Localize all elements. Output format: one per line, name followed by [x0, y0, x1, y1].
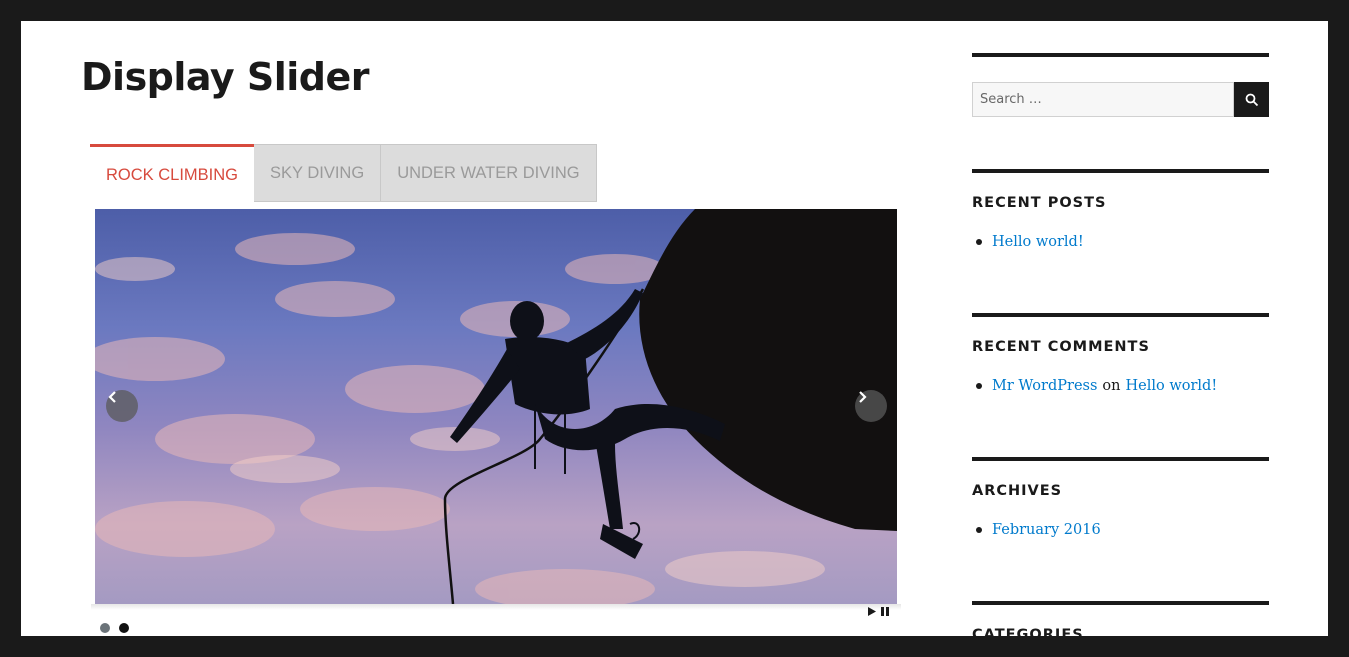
slider-tabs: ROCK CLIMBING SKY DIVING UNDER WATER DIV… [90, 144, 597, 204]
search-icon [1245, 93, 1258, 106]
chevron-left-icon [108, 391, 116, 403]
comment-author-link[interactable]: Mr WordPress [992, 378, 1097, 394]
page: Display Slider ROCK CLIMBING SKY DIVING … [21, 21, 1328, 636]
slider-prev-button[interactable] [106, 390, 138, 422]
on-text: on [1102, 378, 1121, 394]
archives-list: February 2016 [972, 522, 1101, 538]
bullet [976, 527, 982, 533]
slider-shadow [91, 604, 901, 610]
page-title: Display Slider [81, 55, 370, 99]
play-icon[interactable] [867, 606, 877, 617]
search-form [972, 82, 1269, 117]
archive-link[interactable]: February 2016 [992, 522, 1101, 538]
chevron-right-icon [859, 391, 867, 403]
recent-posts-widget: RECENT POSTS Hello world! [972, 169, 1269, 283]
tab-sky-diving[interactable]: SKY DIVING [254, 144, 382, 202]
widget-title-recent-comments: RECENT COMMENTS [972, 339, 1150, 355]
slider-next-button[interactable] [855, 390, 887, 422]
slider-dot-active[interactable] [119, 623, 129, 633]
post-link[interactable]: Hello world! [992, 234, 1084, 250]
slider-dot[interactable] [100, 623, 110, 633]
search-input[interactable] [972, 82, 1234, 117]
widget-title-recent-posts: RECENT POSTS [972, 195, 1107, 211]
tab-rock-climbing[interactable]: ROCK CLIMBING [90, 144, 255, 204]
recent-posts-list: Hello world! [972, 234, 1084, 250]
pause-icon[interactable] [880, 606, 890, 617]
slider-pagination [100, 623, 129, 633]
search-widget [972, 53, 1269, 127]
tab-under-water-diving[interactable]: UNDER WATER DIVING [381, 144, 597, 202]
list-item: February 2016 [972, 522, 1101, 538]
bullet [976, 239, 982, 245]
main-content: Display Slider ROCK CLIMBING SKY DIVING … [81, 21, 901, 636]
recent-comments-widget: RECENT COMMENTS Mr WordPress on Hello wo… [972, 313, 1269, 427]
comment-post-link[interactable]: Hello world! [1125, 378, 1217, 394]
list-item: Mr WordPress on Hello world! [972, 378, 1217, 394]
categories-widget: CATEGORIES [972, 601, 1269, 636]
search-button[interactable] [1234, 82, 1269, 117]
widget-title-categories: CATEGORIES [972, 627, 1084, 636]
archives-widget: ARCHIVES February 2016 [972, 457, 1269, 571]
slider-controls [867, 606, 890, 617]
widget-title-archives: ARCHIVES [972, 483, 1063, 499]
bullet [976, 383, 982, 389]
image-slider [95, 209, 897, 604]
rock-climber-image [95, 209, 897, 604]
recent-comments-list: Mr WordPress on Hello world! [972, 378, 1217, 394]
list-item: Hello world! [972, 234, 1084, 250]
